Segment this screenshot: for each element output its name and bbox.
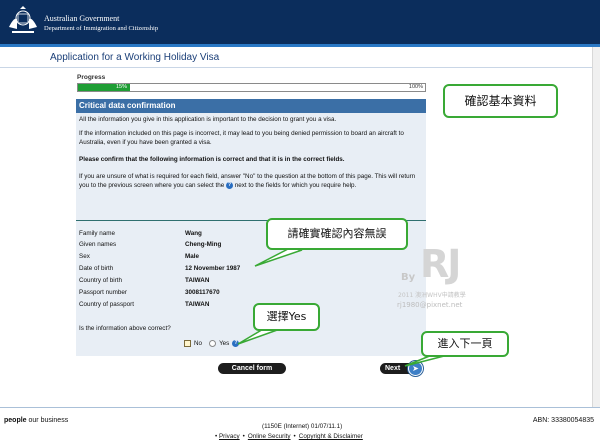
coat-of-arms-icon xyxy=(9,6,37,33)
field-value: TAIWAN xyxy=(185,277,210,284)
callout-select-yes: 選擇Yes xyxy=(253,303,320,331)
department-name: Department of Immigration and Citizenshi… xyxy=(44,25,159,32)
field-value: Wang xyxy=(185,230,202,237)
field-value: 12 November 1987 xyxy=(185,265,241,272)
cancel-form-button[interactable]: Cancel form xyxy=(218,363,286,374)
progress-max: 100% xyxy=(408,84,423,90)
warning-paragraph: If the information included on this page… xyxy=(79,130,404,146)
section-heading: Critical data confirmation xyxy=(76,99,426,113)
field-label: Given names xyxy=(79,241,117,248)
no-checkbox[interactable] xyxy=(184,340,191,347)
confirm-question: Is the information above correct? xyxy=(79,325,171,332)
field-row-country-of-birth: Country of birth TAIWAN xyxy=(79,275,419,286)
cancel-form-label: Cancel form xyxy=(231,365,273,372)
callout-next-page: 進入下一頁 xyxy=(421,331,509,357)
copyright-link[interactable]: Copyright & Disclaimer xyxy=(299,433,363,440)
field-row-date-of-birth: Date of birth 12 November 1987 xyxy=(79,263,419,274)
field-label: Country of passport xyxy=(79,301,134,308)
field-value: TAIWAN xyxy=(185,301,210,308)
footer-tagline-bold: people xyxy=(4,417,27,424)
field-value: 3008117670 xyxy=(185,289,220,296)
footer-links: • Privacy • Online Security • Copyright & Di… xyxy=(215,433,363,440)
header-divider xyxy=(0,44,600,47)
next-label: Next xyxy=(385,365,401,372)
watermark-email: rj1980@pixnet.net xyxy=(397,301,463,309)
footer-tagline: people our business xyxy=(4,417,68,424)
government-name: Australian Government xyxy=(44,14,120,23)
online-security-link[interactable]: Online Security xyxy=(248,433,291,440)
field-row-country-of-passport: Country of passport TAIWAN xyxy=(79,299,419,310)
field-row-passport-number: Passport number 3008117670 xyxy=(79,287,419,298)
help-paragraph: If you are unsure of what is required fo… xyxy=(79,172,425,190)
watermark-caption: 2011 澳洲WHV申請教學 xyxy=(398,292,466,299)
no-label: No xyxy=(194,340,203,347)
watermark-by: By xyxy=(401,272,416,283)
privacy-link[interactable]: Privacy xyxy=(219,433,240,440)
yes-radio[interactable] xyxy=(209,340,217,347)
callout-verify-content: 請確實確認內容無誤 xyxy=(266,218,408,250)
help-icon[interactable]: ? xyxy=(232,340,240,347)
watermark-logo: RJ xyxy=(420,242,461,286)
footer-version: (1150E (Internet) 01/07/11.1) xyxy=(262,423,343,430)
footer-divider xyxy=(0,407,600,408)
scrollbar[interactable] xyxy=(592,47,600,407)
footer-tagline-rest: our business xyxy=(26,417,69,424)
yes-label: Yes xyxy=(219,340,230,347)
field-label: Country of birth xyxy=(79,277,123,284)
field-row-sex: Sex Male xyxy=(79,251,419,262)
intro-paragraph: All the information you give in this app… xyxy=(79,116,337,123)
field-label: Family name xyxy=(79,230,116,237)
callout-confirm-basic-data: 確認基本資料 xyxy=(443,84,558,118)
help-icon: ? xyxy=(226,181,234,189)
field-label: Passport number xyxy=(79,289,127,296)
title-divider xyxy=(0,67,600,68)
progress-bar: 15% 100% xyxy=(77,83,426,92)
page-title: Application for a Working Holiday Visa xyxy=(50,52,220,63)
field-label: Date of birth xyxy=(79,265,114,272)
progress-percent: 15% xyxy=(116,84,128,90)
footer-abn: ABN: 33380054835 xyxy=(532,417,594,424)
progress-label: Progress xyxy=(77,74,106,81)
answer-group: No Yes ? xyxy=(184,340,240,347)
confirm-instruction: Please confirm that the following inform… xyxy=(79,156,345,163)
field-value: Male xyxy=(185,253,199,260)
help-paragraph-text-end: next to the fields for which you require… xyxy=(234,182,357,189)
field-label: Sex xyxy=(79,253,90,260)
arrow-right-icon[interactable]: ➤ xyxy=(408,361,423,376)
government-header: Australian Government Department of Immi… xyxy=(0,0,600,44)
field-value: Cheng-Ming xyxy=(185,241,222,248)
